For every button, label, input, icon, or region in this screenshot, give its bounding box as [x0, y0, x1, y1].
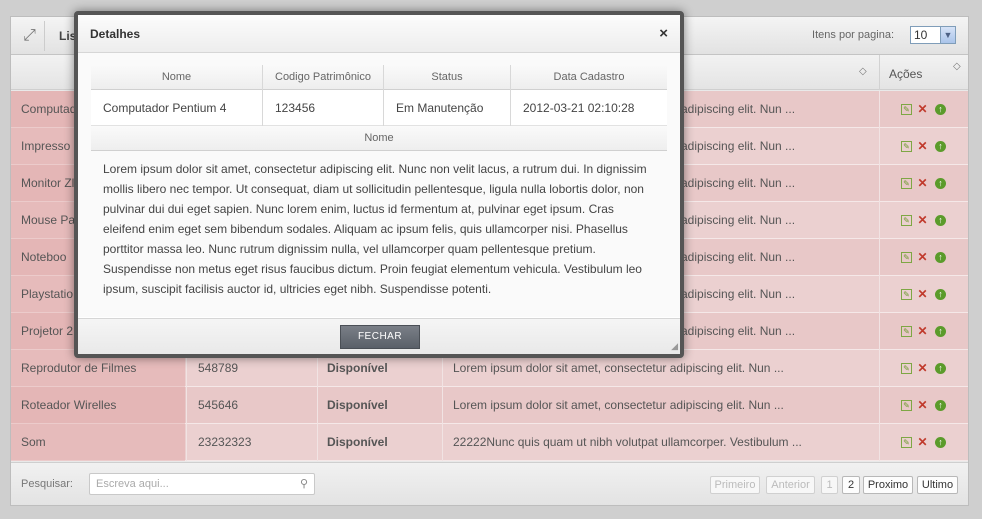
column-header-data: Data Cadastro — [510, 65, 667, 90]
edit-icon[interactable]: ✎ — [901, 326, 912, 337]
arrow-up-icon[interactable]: ↑ — [935, 437, 946, 448]
row-description: adipiscing elit. Nun ... — [681, 287, 796, 301]
row-description: adipiscing elit. Nun ... — [681, 324, 796, 338]
panel-footer: Pesquisar: Escreva aqui... ⚲ Primeiro An… — [11, 462, 968, 505]
row-actions: ✎ ✕ ↑ — [879, 350, 968, 387]
first-page-button[interactable]: Primeiro — [710, 476, 760, 494]
arrow-up-icon[interactable]: ↑ — [935, 141, 946, 152]
delete-icon[interactable]: ✕ — [917, 103, 928, 115]
search-placeholder: Escreva aqui... — [96, 478, 169, 490]
edit-icon[interactable]: ✎ — [901, 400, 912, 411]
table-row[interactable]: Roteador Wirelles 545646 Disponível Lorem i… — [11, 387, 968, 424]
delete-icon[interactable]: ✕ — [917, 214, 928, 226]
edit-icon[interactable]: ✎ — [901, 252, 912, 263]
arrow-up-icon[interactable]: ↑ — [935, 104, 946, 115]
sort-icon: ◇ — [953, 61, 961, 72]
details-table: Nome Codigo Patrimônico Status Data Cada… — [91, 65, 667, 299]
detail-codigo: 123456 — [262, 90, 383, 126]
modal-title: Detalhes — [90, 27, 141, 41]
modal-body: Nome Codigo Patrimônico Status Data Cada… — [78, 53, 680, 317]
arrow-up-icon[interactable]: ↑ — [935, 289, 946, 300]
chevron-down-icon: ▼ — [940, 27, 955, 43]
per-page-value: 10 — [914, 28, 928, 42]
edit-icon[interactable]: ✎ — [901, 215, 912, 226]
actions-header-label: Ações — [889, 67, 923, 81]
per-page-select[interactable]: 10 ▼ — [910, 26, 956, 44]
row-description: adipiscing elit. Nun ... — [681, 102, 796, 116]
edit-icon[interactable]: ✎ — [901, 289, 912, 300]
delete-icon[interactable]: ✕ — [917, 399, 928, 411]
edit-icon[interactable]: ✎ — [901, 104, 912, 115]
detail-nome: Computador Pentium 4 — [103, 101, 227, 115]
row-status: Disponível — [317, 424, 441, 461]
row-actions: ✎ ✕ ↑ — [879, 239, 968, 276]
row-description: adipiscing elit. Nun ... — [681, 139, 796, 153]
row-description: adipiscing elit. Nun ... — [681, 213, 796, 227]
close-button[interactable]: FECHAR — [340, 325, 420, 349]
row-actions: ✎ ✕ ↑ — [879, 424, 968, 461]
row-code: 545646 — [186, 387, 316, 424]
column-header-codigo: Codigo Patrimônico — [262, 65, 383, 90]
row-description: adipiscing elit. Nun ... — [681, 176, 796, 190]
row-actions: ✎ ✕ ↑ — [879, 165, 968, 202]
edit-icon[interactable]: ✎ — [901, 437, 912, 448]
details-table-header: Nome Codigo Patrimônico Status Data Cada… — [91, 65, 667, 90]
table-row[interactable]: Som 23232323 Disponível 22222Nunc quis quam… — [11, 424, 968, 461]
description-text: Lorem ipsum dolor sit amet, consectetur … — [103, 162, 647, 296]
arrow-up-icon[interactable]: ↑ — [935, 400, 946, 411]
details-row: Computador Pentium 4 123456 Em Manutençã… — [91, 90, 667, 126]
arrow-up-icon[interactable]: ↑ — [935, 178, 946, 189]
page-1-button[interactable]: 1 — [821, 476, 838, 494]
delete-icon[interactable]: ✕ — [917, 177, 928, 189]
per-page-label: Itens por pagina: — [812, 29, 894, 41]
delete-icon[interactable]: ✕ — [917, 362, 928, 374]
row-name: Roteador Wirelles — [11, 387, 185, 424]
page-2-button[interactable]: 2 — [842, 476, 860, 494]
modal-header: Detalhes × — [78, 15, 680, 53]
row-description: adipiscing elit. Nun ... — [681, 250, 796, 264]
delete-icon[interactable]: ✕ — [917, 436, 928, 448]
delete-icon[interactable]: ✕ — [917, 251, 928, 263]
row-description: 22222Nunc quis quam ut nibh volutpat ull… — [442, 424, 879, 461]
search-input[interactable]: Escreva aqui... ⚲ — [89, 473, 315, 495]
detail-data: 2012-03-21 02:10:28 — [510, 90, 667, 126]
details-modal: Detalhes × Nome Codigo Patrimônico Statu… — [74, 11, 684, 358]
row-name: Som — [11, 424, 185, 461]
last-page-button[interactable]: Ultimo — [917, 476, 958, 494]
row-actions: ✎ ✕ ↑ — [879, 91, 968, 128]
detail-status: Em Manutenção — [383, 90, 510, 126]
column-header-status: Status — [383, 65, 510, 90]
arrow-up-icon[interactable]: ↑ — [935, 215, 946, 226]
prev-page-button[interactable]: Anterior — [766, 476, 815, 494]
edit-icon[interactable]: ✎ — [901, 178, 912, 189]
arrow-up-icon[interactable]: ↑ — [935, 326, 946, 337]
arrow-up-icon[interactable]: ↑ — [935, 363, 946, 374]
row-code: 23232323 — [186, 424, 316, 461]
sort-icon[interactable]: ◇ — [859, 66, 867, 77]
description-header: Nome — [91, 126, 667, 151]
expand-icon[interactable]: ⤢ — [15, 21, 45, 51]
edit-icon[interactable]: ✎ — [901, 363, 912, 374]
row-actions: ✎ ✕ ↑ — [879, 387, 968, 424]
delete-icon[interactable]: ✕ — [917, 325, 928, 337]
resize-grip-icon[interactable]: ◢ — [671, 341, 678, 352]
modal-footer: FECHAR — [78, 318, 680, 354]
next-page-button[interactable]: Proximo — [863, 476, 913, 494]
delete-icon[interactable]: ✕ — [917, 140, 928, 152]
row-actions: ✎ ✕ ↑ — [879, 313, 968, 350]
delete-icon[interactable]: ✕ — [917, 288, 928, 300]
search-label: Pesquisar: — [21, 478, 73, 490]
edit-icon[interactable]: ✎ — [901, 141, 912, 152]
row-actions: ✎ ✕ ↑ — [879, 202, 968, 239]
row-status: Disponível — [317, 387, 441, 424]
row-description: Lorem ipsum dolor sit amet, consectetur … — [442, 387, 879, 424]
row-actions: ✎ ✕ ↑ — [879, 128, 968, 165]
arrow-up-icon[interactable]: ↑ — [935, 252, 946, 263]
column-header-nome: Nome — [161, 71, 192, 83]
search-icon: ⚲ — [299, 478, 308, 490]
actions-column-header[interactable]: Ações ◇ — [879, 55, 968, 90]
close-icon[interactable]: × — [659, 25, 668, 42]
row-actions: ✎ ✕ ↑ — [879, 276, 968, 313]
